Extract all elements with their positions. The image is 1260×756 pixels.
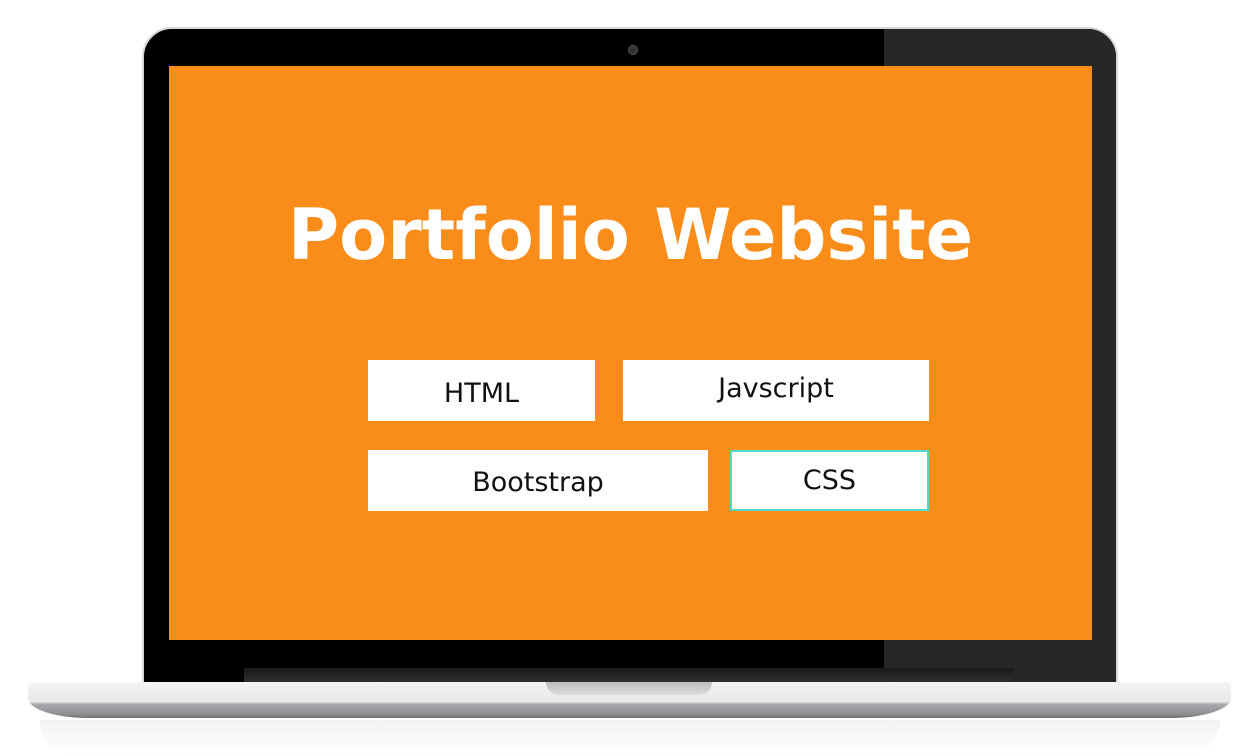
tag-css-button[interactable]: CSS: [730, 450, 929, 511]
page-title: Portfolio Website: [287, 194, 974, 276]
tag-bootstrap-button[interactable]: Bootstrap: [368, 450, 708, 511]
laptop-notch: [546, 682, 712, 695]
webcam: [628, 45, 638, 55]
laptop-hinge: [244, 668, 1014, 682]
tag-javascript-button[interactable]: Javscript: [623, 360, 929, 421]
laptop-screen: Portfolio Website HTML Javscript Bootstr…: [169, 66, 1092, 640]
laptop-reflection: [40, 720, 1220, 756]
tag-html-button[interactable]: HTML: [368, 360, 595, 421]
